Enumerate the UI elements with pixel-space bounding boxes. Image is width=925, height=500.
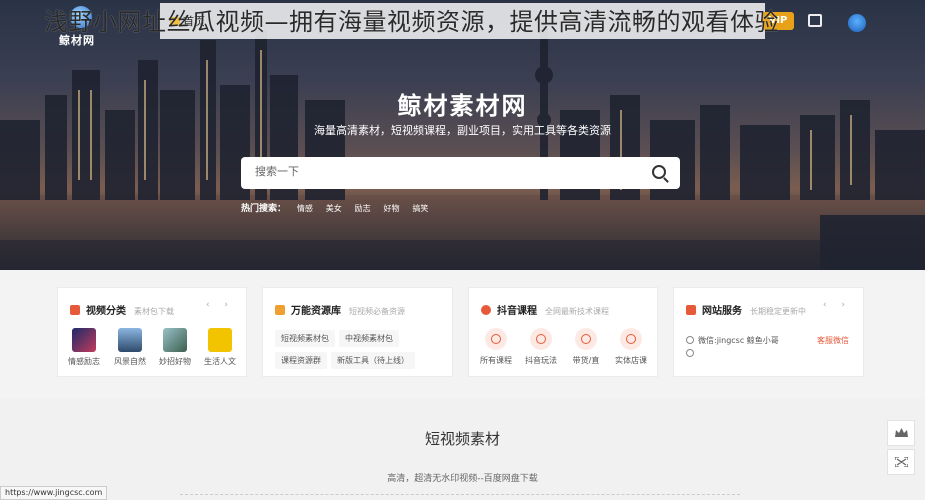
card-header: 万能资源库 短视频必备资源 (275, 299, 405, 317)
category-thumbnail (72, 328, 96, 352)
video-icon (70, 305, 80, 315)
category-label: 情感励志 (68, 357, 100, 366)
section-title: 短视频素材 (424, 430, 500, 448)
course-item[interactable]: 所有课程 (474, 328, 518, 366)
carousel-arrows[interactable]: ‹ › (823, 300, 851, 310)
category-label: 妙招好物 (159, 357, 191, 366)
status-bar-url: https://www.jingcsc.com (0, 486, 108, 500)
card-header: 抖音课程 全网最新技术课程 (481, 299, 609, 317)
expand-icon (895, 457, 908, 467)
vip-crown-button[interactable] (887, 420, 915, 446)
service-line-2 (686, 349, 698, 358)
course-label: 带货/直 (572, 356, 600, 365)
card-subtitle: 长期稳定更新中 (750, 307, 806, 316)
search-icon[interactable] (652, 165, 666, 179)
card-resource-library: 万能资源库 短视频必备资源 短视频素材包 中视频素材包 课程资源群 新版工具（待上… (262, 287, 453, 377)
category-item[interactable]: 情感励志 (64, 328, 104, 367)
card-title: 抖音课程 (497, 306, 537, 317)
card-title: 万能资源库 (291, 306, 341, 317)
info-icon (686, 336, 694, 344)
card-header: 网站服务 长期稳定更新中 (686, 299, 806, 317)
hot-search: 热门搜索： 情感 美女 励志 好物 搞笑 (241, 201, 438, 214)
overlay-page-title: 浅野小网址丝瓜视频—拥有海量视频资源，提供高清流畅的观看体验 (44, 8, 779, 36)
resource-icon (275, 305, 285, 315)
course-item[interactable]: 实体店课 (609, 328, 653, 366)
resource-chip[interactable]: 中视频素材包 (339, 330, 399, 347)
search-input[interactable] (255, 165, 635, 178)
hot-tag[interactable]: 励志 (355, 204, 371, 213)
carousel-arrows[interactable]: ‹ › (206, 300, 234, 310)
resource-chip[interactable]: 新版工具（待上线） (331, 352, 415, 369)
category-thumbnail (118, 328, 142, 352)
resource-chip[interactable]: 课程资源群 (275, 352, 327, 369)
card-subtitle: 全网最新技术课程 (545, 307, 609, 316)
card-site-service: 网站服务 长期稳定更新中 ‹ › 微信:jingcsc 鲸鱼小哥 客服微信 (673, 287, 864, 377)
hero-brand-title: 鲸材素材网 (397, 92, 528, 120)
category-item[interactable]: 妙招好物 (155, 328, 195, 367)
hero-banner: 鲸材网 首页 VIP 浅野小网址丝瓜视频—拥有海量视频资源，提供高清流畅的观看体… (0, 0, 925, 270)
card-subtitle: 素材包下载 (134, 307, 174, 316)
course-label: 所有课程 (480, 356, 512, 365)
message-icon[interactable] (808, 14, 822, 27)
card-title: 视频分类 (86, 306, 126, 317)
card-video-categories: 视频分类 素材包下载 ‹ › 情感励志 风景自然 妙招好物 生活人文 (57, 287, 247, 377)
category-thumbnail (208, 328, 232, 352)
hot-tag[interactable]: 美女 (326, 204, 342, 213)
service-wechat-button[interactable]: 客服微信 (817, 335, 849, 346)
service-icon (686, 305, 696, 315)
hero-slogan: 海量高清素材，短视频课程，副业项目，实用工具等各类资源 (314, 124, 611, 137)
category-item[interactable]: 生活人文 (200, 328, 240, 367)
course-label: 抖音玩法 (525, 356, 557, 365)
category-thumbnail (163, 328, 187, 352)
card-header: 视频分类 素材包下载 (70, 299, 174, 317)
fullscreen-button[interactable] (887, 449, 915, 475)
hot-tag[interactable]: 搞笑 (412, 204, 428, 213)
course-icon (575, 328, 597, 350)
search-box (241, 157, 680, 189)
hot-tag[interactable]: 情感 (297, 204, 313, 213)
card-title: 网站服务 (702, 306, 742, 317)
info-icon (686, 349, 694, 357)
category-item[interactable]: 风景自然 (110, 328, 150, 367)
course-icon (485, 328, 507, 350)
category-label: 生活人文 (204, 357, 236, 366)
course-icon (530, 328, 552, 350)
course-icon (620, 328, 642, 350)
service-wechat-text: 微信:jingcsc 鲸鱼小哥 (698, 336, 779, 345)
user-avatar[interactable] (848, 14, 866, 32)
category-label: 风景自然 (114, 357, 146, 366)
resource-chip[interactable]: 短视频素材包 (275, 330, 335, 347)
card-douyin-courses: 抖音课程 全网最新技术课程 所有课程 抖音玩法 带货/直 实体店课 (468, 287, 658, 377)
service-wechat-line: 微信:jingcsc 鲸鱼小哥 (686, 335, 779, 346)
card-subtitle: 短视频必备资源 (349, 307, 405, 316)
section-subtitle: 高清，超清无水印视频--百度网盘下载 (387, 474, 538, 484)
hot-search-label: 热门搜索： (241, 204, 287, 214)
hot-tag[interactable]: 好物 (384, 204, 400, 213)
course-item[interactable]: 抖音玩法 (519, 328, 563, 366)
course-label: 实体店课 (615, 356, 647, 365)
section-tabs-row (180, 494, 740, 500)
course-item[interactable]: 带货/直 (564, 328, 608, 366)
crown-icon (895, 428, 908, 437)
short-video-section: 短视频素材 高清，超清无水印视频--百度网盘下载 (0, 398, 925, 500)
douyin-icon (481, 305, 491, 315)
